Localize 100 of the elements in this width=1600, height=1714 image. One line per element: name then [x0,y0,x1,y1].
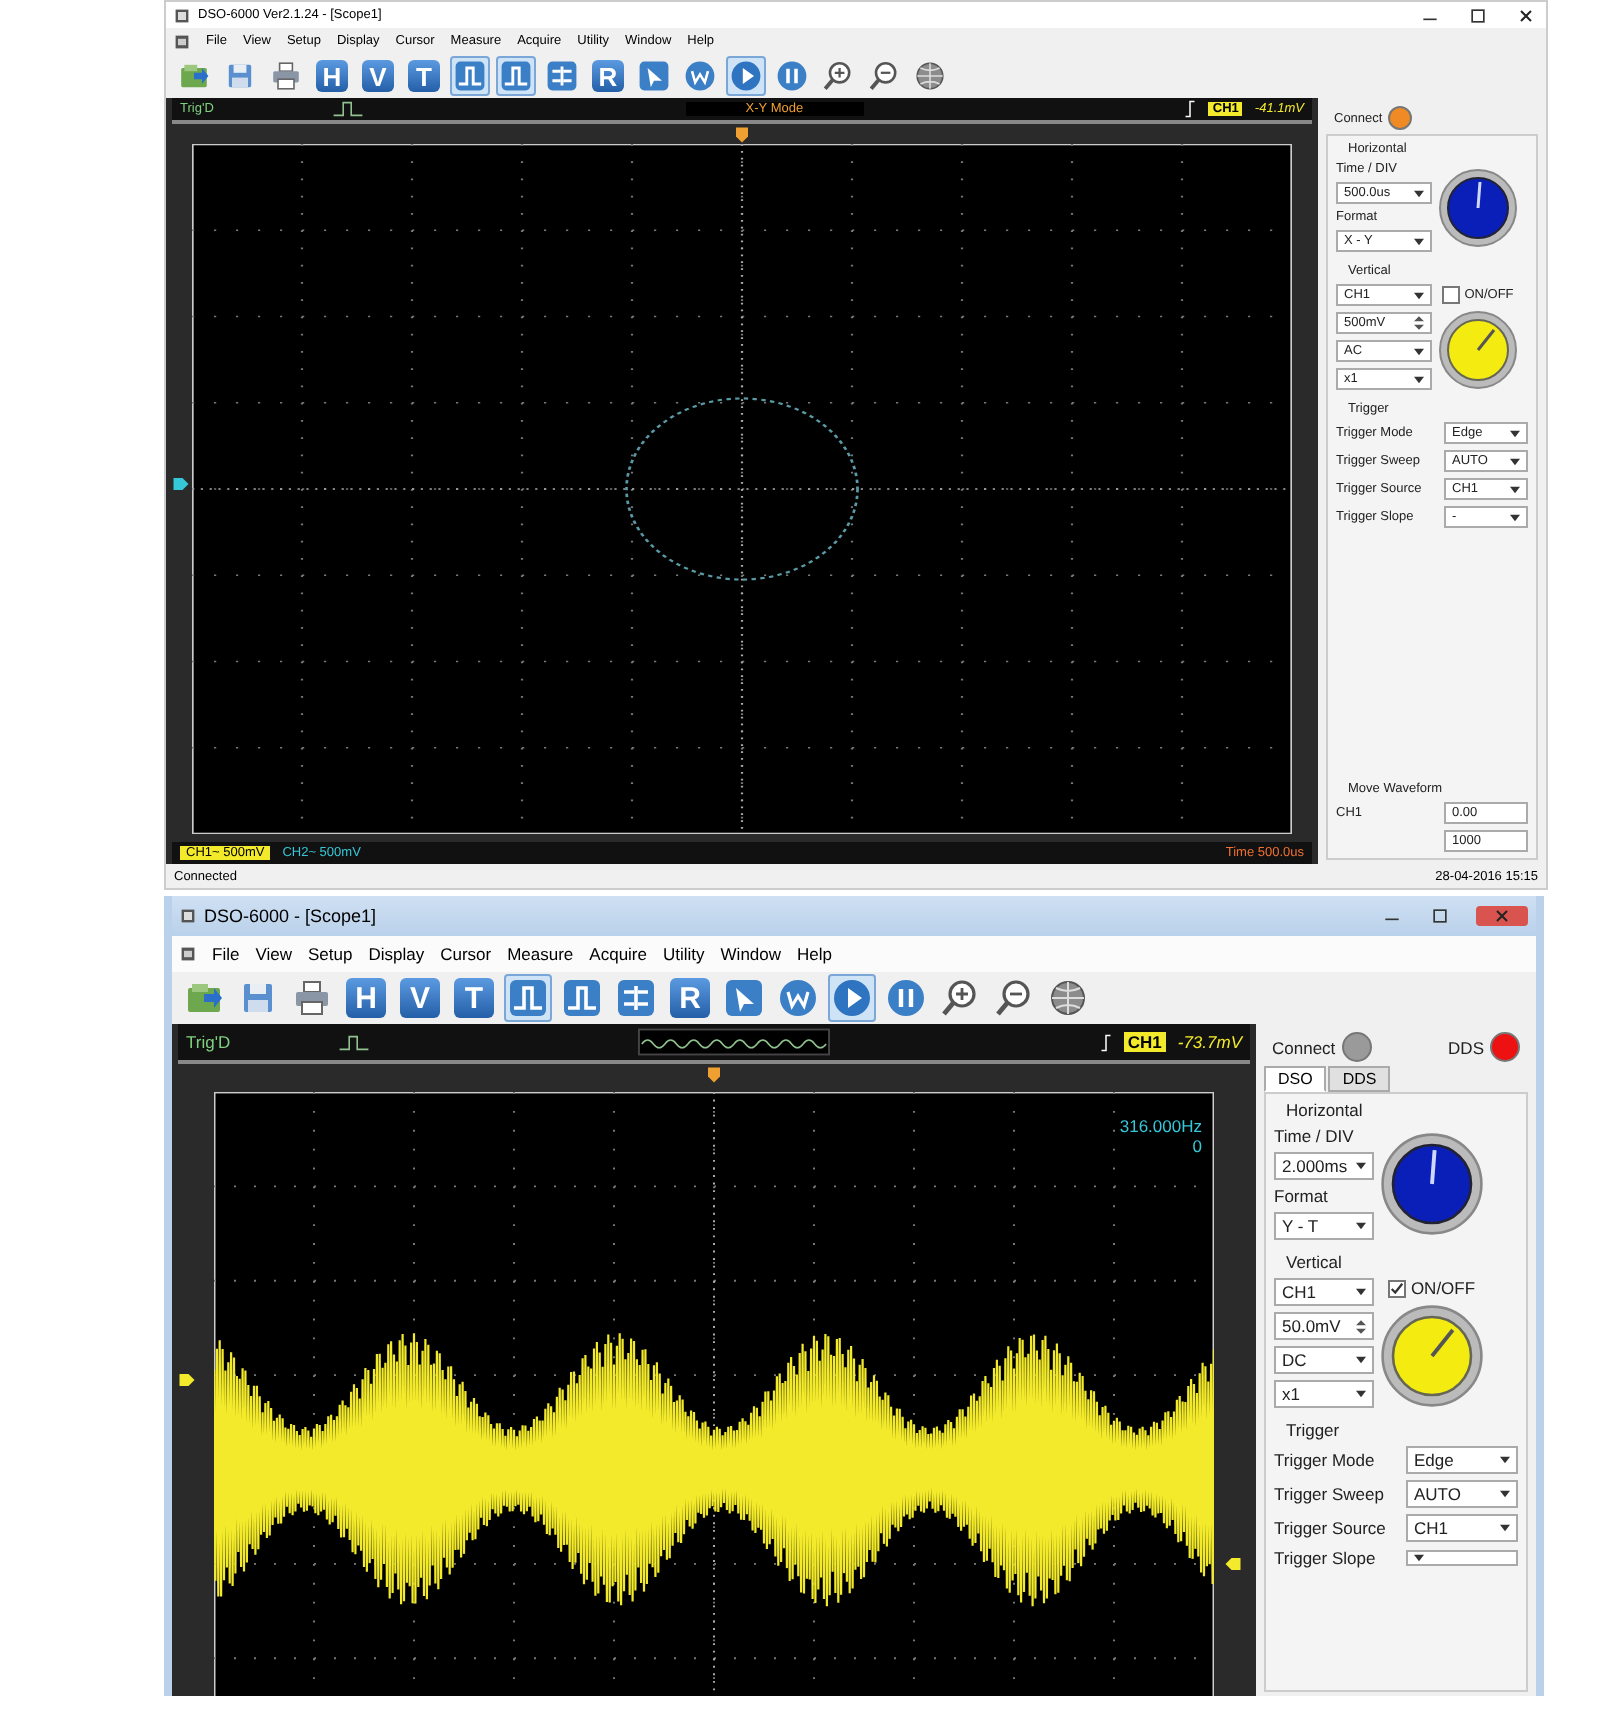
timebase-knob[interactable] [1438,167,1518,247]
globe-icon [1048,978,1088,1018]
toolbar-button[interactable]: H [312,56,352,96]
printer-icon [270,60,302,92]
field-label: Time / DIV [1274,1126,1356,1146]
pointer-icon [724,978,764,1018]
toolbar-button[interactable] [910,56,950,96]
pointer-icon [638,60,670,92]
zoom-in-icon [822,60,854,92]
caret-icon [1414,375,1424,383]
toolbar-button[interactable]: R [588,56,628,96]
toolbar-button[interactable]: V [396,974,444,1022]
timebase-knob[interactable] [1380,1131,1484,1235]
channel-marker[interactable] [178,1372,196,1388]
toolbar-button[interactable]: T [450,974,498,1022]
caret-icon [1510,457,1520,465]
caret-icon [1356,1162,1366,1170]
menu-item[interactable]: Measure [507,944,574,964]
panel-tab[interactable]: DSO [1264,1066,1327,1092]
menu-item[interactable]: Utility [663,944,705,964]
group-title: Trigger [1284,1420,1342,1440]
maximize-icon[interactable] [1466,5,1490,25]
field-label: Trigger Slope [1274,1548,1376,1568]
field-label: Trigger Source [1274,1518,1386,1538]
toolbar-button[interactable]: V [358,56,398,96]
menu-item[interactable]: File [212,944,240,964]
menu-item[interactable]: Cursor [440,944,492,964]
trigger-dropdown[interactable]: AUTO [1406,1480,1518,1508]
coupling-dropdown[interactable]: DC [1274,1346,1374,1374]
toolbar-button[interactable] [450,56,490,96]
spinner-arrows-icon [1414,316,1424,330]
trigger-dropdown[interactable]: CH1 [1406,1514,1518,1542]
caret-icon [1356,1390,1366,1398]
menu-item[interactable]: Help [797,944,832,964]
menu-item[interactable]: Acquire [589,944,647,964]
toolbar-button[interactable] [680,56,720,96]
printer-icon [292,978,332,1018]
toolbar-button[interactable] [612,974,660,1022]
spinner-arrows-icon [1356,1319,1366,1333]
connect-label: Connect [1272,1037,1336,1057]
zoom-in-icon [940,978,980,1018]
trigger-position-marker[interactable] [706,1066,722,1084]
probe-dropdown[interactable]: x1 [1274,1380,1374,1408]
pulse-icon [562,978,602,1018]
toolbar-button[interactable] [774,974,822,1022]
caret-icon [1414,1554,1424,1562]
toolbar-button[interactable] [504,974,552,1022]
panel-tab[interactable]: DDS [1328,1066,1391,1092]
time-div-dropdown[interactable]: 2.000ms [1274,1152,1374,1180]
trigger-position-marker[interactable] [734,126,750,144]
menu-item[interactable]: Display [368,944,425,964]
toolbar-button[interactable] [720,974,768,1022]
grid-icon [616,978,656,1018]
toolbar-button[interactable] [634,56,674,96]
trigger-dropdown[interactable]: Edge [1406,1446,1518,1474]
toolbar-button[interactable]: T [404,56,444,96]
toolbar-button[interactable]: R [666,974,714,1022]
pulse-icon [500,60,532,92]
toolbar-button[interactable] [726,56,766,96]
trigger-status: Trig'D [186,1032,233,1052]
caret-icon [1414,189,1424,197]
menu-item[interactable]: Window [720,944,782,964]
close-icon[interactable] [1514,5,1538,25]
folder-icon [178,60,210,92]
globe-icon [914,60,946,92]
volts-knob[interactable] [1380,1304,1484,1408]
menu-item[interactable]: View [255,944,292,964]
volts-div-spinner[interactable]: 50.0mV [1274,1312,1374,1340]
toolbar-button[interactable] [558,974,606,1022]
toolbar-button[interactable] [882,974,930,1022]
toolbar-button[interactable] [828,974,876,1022]
caret-icon [1356,1222,1366,1230]
pulse-icon [332,100,364,118]
toolbar-button[interactable] [496,56,536,96]
app-icon [180,908,196,924]
toolbar-button[interactable] [542,56,582,96]
pause-icon [886,978,926,1018]
maximize-icon[interactable] [1428,906,1452,926]
channel-marker[interactable] [172,475,190,491]
on-off-checkbox[interactable] [1442,285,1461,303]
menu-item[interactable]: Setup [307,944,353,964]
volts-knob[interactable] [1438,309,1518,389]
window-title: DSO-6000 - [Scope1] [204,906,377,926]
on-off-checkbox[interactable] [1388,1279,1407,1297]
pulse-icon [338,1033,370,1051]
folder-icon [184,978,224,1018]
play-icon [730,60,762,92]
channel-dropdown[interactable]: CH1 [1274,1278,1374,1306]
trigger-level-marker[interactable] [1224,1556,1242,1573]
caret-icon [1500,1490,1510,1498]
group-title: Vertical [1284,1252,1344,1272]
checkbox-label: ON/OFF [1410,1278,1476,1298]
play-icon [832,978,872,1018]
trigger-edge-icon [1184,100,1197,118]
trigger-level-reading: -73.7mV [1177,1032,1242,1052]
document-icon [174,33,190,49]
toolbar-button[interactable] [772,56,812,96]
toolbar-button[interactable]: H [342,974,390,1022]
wave-icon [778,978,818,1018]
format-dropdown[interactable]: Y - T [1274,1212,1374,1240]
